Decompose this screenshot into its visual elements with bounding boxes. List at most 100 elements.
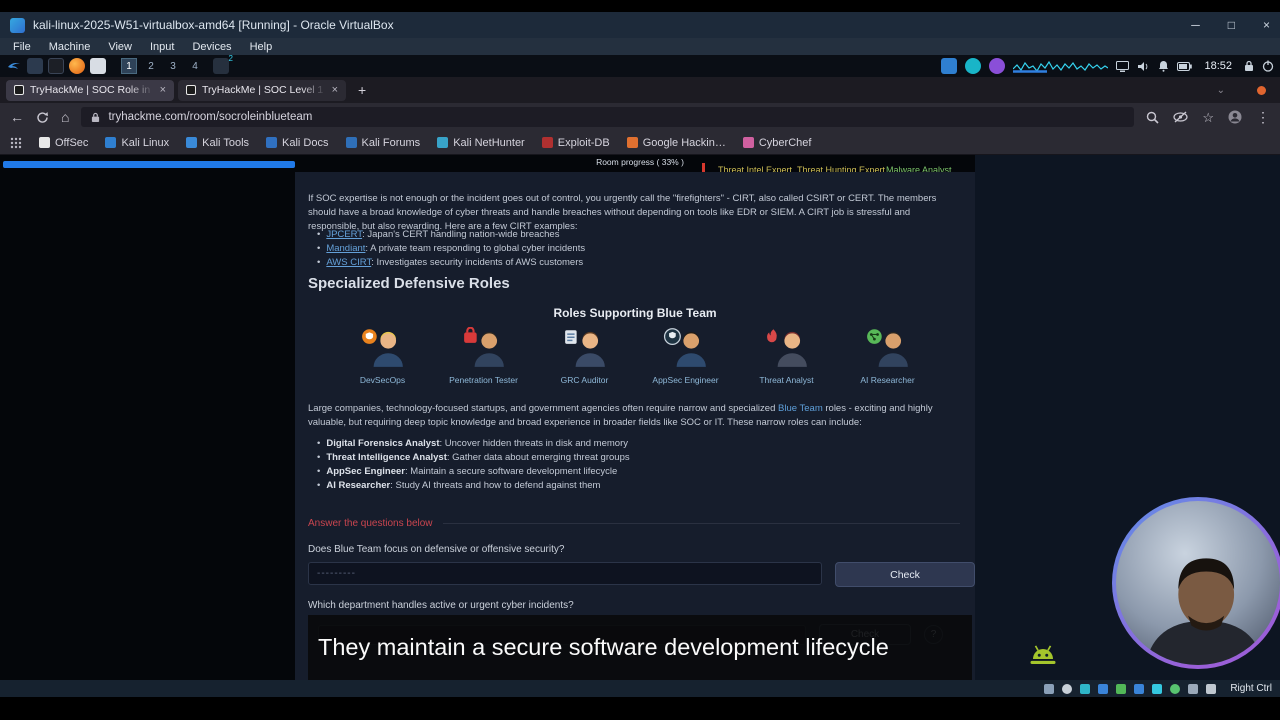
- bookmark-favicon-icon: [742, 137, 754, 148]
- mouse-integration-status-icon[interactable]: [1188, 683, 1199, 694]
- home-icon[interactable]: ⌂: [61, 110, 69, 124]
- tab-title: TryHackMe | SOC Role in: [30, 84, 151, 96]
- terminal-icon[interactable]: [48, 58, 64, 74]
- vbox-statusbar: Right Ctrl: [0, 680, 1280, 697]
- maximize-button[interactable]: □: [1228, 18, 1235, 32]
- menu-input[interactable]: Input: [141, 41, 183, 53]
- menu-devices[interactable]: Devices: [183, 41, 240, 53]
- vbox-titlebar: kali-linux-2025-W51-virtualbox-amd64 [Ru…: [0, 12, 1280, 38]
- answer-input[interactable]: [308, 562, 822, 585]
- list-item: • Threat Intelligence Analyst: Gather dat…: [317, 452, 630, 463]
- android-robot-icon: [1030, 645, 1056, 664]
- file-manager-icon[interactable]: [27, 58, 43, 74]
- answer-heading: Answer the questions below: [308, 518, 433, 529]
- search-icon[interactable]: [1146, 111, 1159, 124]
- minimize-button[interactable]: ─: [1191, 18, 1200, 32]
- question-1-text: Does Blue Team focus on defensive or off…: [308, 544, 565, 555]
- role-appsec-engineer: AppSec Engineer: [638, 327, 733, 385]
- notification-dot-icon: [1257, 85, 1266, 95]
- recording-status-icon[interactable]: [1170, 683, 1181, 694]
- bookmark-exploit-db[interactable]: Exploit-DB: [541, 137, 610, 149]
- grc-auditor-avatar-icon: [564, 330, 605, 367]
- tab-soc-role[interactable]: TryHackMe | SOC Role in ×: [6, 79, 174, 101]
- tab-overflow-icon[interactable]: ⌄: [1217, 85, 1225, 96]
- webcam-overlay: [1112, 497, 1280, 669]
- workspace-2[interactable]: 2: [143, 58, 159, 74]
- tab-close-icon[interactable]: ×: [332, 84, 338, 96]
- keyboard-status-icon[interactable]: [1206, 683, 1217, 694]
- close-button[interactable]: ×: [1263, 18, 1270, 32]
- blue-team-link[interactable]: Blue Team: [778, 403, 823, 414]
- tab-close-icon[interactable]: ×: [160, 84, 166, 96]
- jpcert-link[interactable]: JPCERT: [326, 229, 362, 240]
- menu-help[interactable]: Help: [241, 41, 282, 53]
- power-icon[interactable]: [1262, 60, 1274, 72]
- menu-kebab-icon[interactable]: ⋮: [1256, 110, 1270, 124]
- menu-machine[interactable]: Machine: [40, 41, 100, 53]
- text-editor-icon[interactable]: [90, 58, 106, 74]
- divider: [442, 523, 960, 524]
- kali-menu-icon[interactable]: [6, 58, 22, 74]
- bookmark-kali-nethunter[interactable]: Kali NetHunter: [437, 137, 525, 149]
- workspace-4[interactable]: 4: [187, 58, 203, 74]
- bookmark-kali-forums[interactable]: Kali Forums: [345, 137, 420, 149]
- window-list-icon[interactable]: 2: [213, 54, 233, 74]
- menu-view[interactable]: View: [99, 41, 141, 53]
- kali-panel: 1 2 3 4 2 18:52: [0, 54, 1280, 77]
- bookmark-kali-linux[interactable]: Kali Linux: [105, 137, 169, 149]
- subtitle-caption: They maintain a secure software developm…: [308, 615, 972, 680]
- account-icon[interactable]: [1228, 110, 1242, 124]
- password-manager-icon[interactable]: [989, 58, 1006, 74]
- notifications-bell-icon[interactable]: [1158, 60, 1169, 72]
- list-item: • AI Researcher: Study AI threats and how…: [317, 480, 601, 491]
- bookmark-kali-tools[interactable]: Kali Tools: [186, 137, 249, 149]
- role-devsecops: DevSecOps: [335, 327, 430, 385]
- battery-icon[interactable]: [1177, 61, 1193, 71]
- optical-disc-status-icon[interactable]: [1062, 683, 1073, 694]
- bookmark-kali-docs[interactable]: Kali Docs: [266, 137, 329, 149]
- url-bar[interactable]: tryhackme.com/room/socroleinblueteam: [81, 107, 1135, 127]
- bookmark-favicon-icon: [437, 137, 449, 148]
- eye-slash-icon[interactable]: [1173, 111, 1188, 123]
- clock[interactable]: 18:52: [1204, 60, 1232, 72]
- webcam-tool-icon[interactable]: [965, 58, 982, 74]
- list-item: • AWS CIRT: Investigates security inciden…: [317, 257, 584, 268]
- workspace-1[interactable]: 1: [121, 58, 137, 74]
- bookmarks-bar: OffSec Kali Linux Kali Tools Kali Docs K…: [0, 131, 1280, 155]
- host-key-label: Right Ctrl: [1230, 683, 1272, 694]
- volume-icon[interactable]: [1137, 61, 1150, 72]
- back-icon[interactable]: ←: [10, 110, 24, 124]
- hdd-status-icon[interactable]: [1044, 683, 1055, 694]
- bookmark-cyberchef[interactable]: CyberChef: [742, 137, 811, 149]
- apps-grid-icon[interactable]: [10, 137, 22, 149]
- network-status-icon[interactable]: [1098, 683, 1109, 694]
- webcam-video: [1116, 501, 1280, 665]
- display-settings-icon[interactable]: [1116, 60, 1130, 72]
- roles-illustration: DevSecOps Penetration Tester GRC Auditor…: [335, 326, 935, 385]
- bookmark-favicon-icon: [345, 137, 357, 148]
- appsec-avatar-icon: [663, 328, 706, 367]
- firefox-icon[interactable]: [69, 58, 85, 74]
- browser-tabbar: TryHackMe | SOC Role in × TryHackMe | SO…: [0, 77, 1280, 103]
- aws-cirt-link[interactable]: AWS CIRT: [326, 257, 371, 268]
- tab-soc-level1[interactable]: TryHackMe | SOC Level 1 ×: [178, 79, 346, 101]
- room-progress-bar: [3, 161, 295, 168]
- screen: kali-linux-2025-W51-virtualbox-amd64 [Ru…: [0, 0, 1280, 720]
- workspace-3[interactable]: 3: [165, 58, 181, 74]
- bookmark-google-hacking[interactable]: Google Hackin…: [626, 137, 726, 149]
- shared-folders-status-icon[interactable]: [1134, 683, 1145, 694]
- usb-status-icon[interactable]: [1116, 683, 1127, 694]
- reload-icon[interactable]: [36, 111, 49, 124]
- audio-status-icon[interactable]: [1080, 683, 1091, 694]
- display-status-icon[interactable]: [1152, 683, 1163, 694]
- bookmark-offsec[interactable]: OffSec: [39, 137, 88, 149]
- screenshot-tool-icon[interactable]: [941, 58, 958, 74]
- check-button[interactable]: Check: [835, 562, 975, 587]
- mandiant-link[interactable]: Mandiant: [326, 243, 365, 254]
- question-1-answer-row: Check: [308, 562, 975, 587]
- list-item: • Digital Forensics Analyst: Uncover hidd…: [317, 438, 628, 449]
- new-tab-button[interactable]: +: [350, 82, 374, 98]
- menu-file[interactable]: File: [4, 41, 40, 53]
- lock-screen-icon[interactable]: [1244, 60, 1254, 72]
- bookmark-star-icon[interactable]: ☆: [1202, 111, 1214, 124]
